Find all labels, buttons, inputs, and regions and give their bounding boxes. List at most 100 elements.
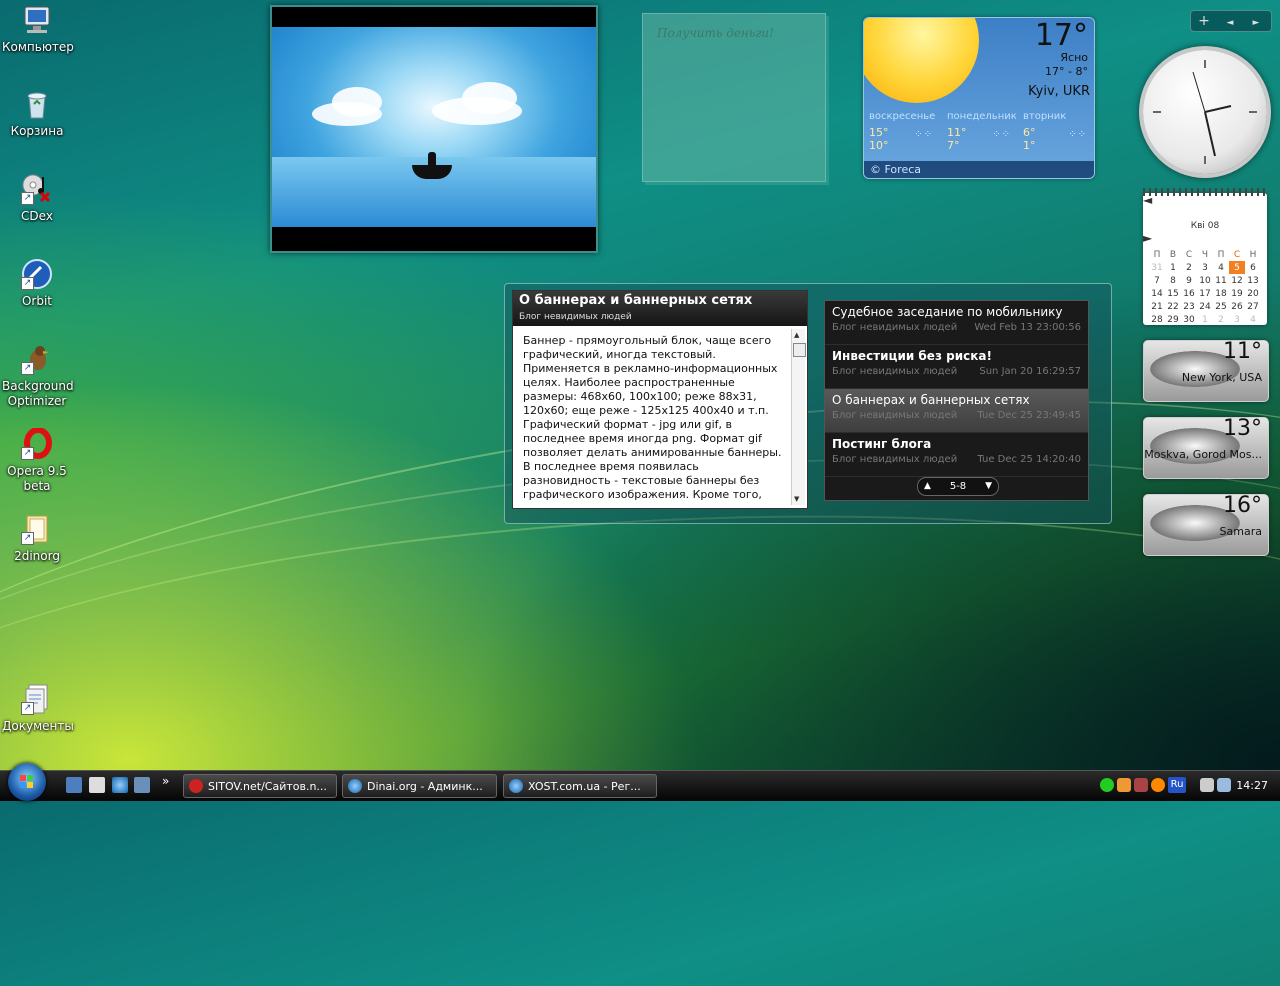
forecast-day: воскресенье 15° 10° ⁘⁘ [869, 111, 936, 152]
rain-icon: ⁘⁘ [1068, 129, 1087, 140]
article-source: Блог невидимых людей [519, 312, 632, 322]
quicklaunch-more-icon[interactable]: » [162, 774, 178, 790]
tray-app-icon[interactable] [1151, 778, 1165, 792]
mini-weather-gadget[interactable]: 13° Moskva, Gorod Mos... [1143, 417, 1269, 479]
desktop-icon-label: Orbit [21, 294, 53, 308]
feed-pager: ▲ 5-8 ▼ [917, 477, 999, 496]
calendar-month: Квi 08 [1190, 221, 1220, 231]
mini-weather-temp: 13° [1223, 417, 1262, 441]
mini-weather-city: Moskva, Gorod Mos... [1144, 448, 1262, 461]
article-flyout[interactable]: О баннерах и баннерных сетях Блог невиди… [512, 290, 808, 509]
start-button[interactable] [8, 763, 46, 801]
desktop-icon-computer[interactable]: Компьютер [2, 4, 74, 55]
current-temperature: 17° [1034, 18, 1088, 53]
computer-icon [21, 4, 53, 36]
page-up-icon[interactable]: ▲ [924, 478, 931, 495]
rss-feed-gadget[interactable]: О баннерах и баннерных сетях Блог невиди… [504, 283, 1112, 524]
desktop-icon-opera[interactable]: ↗ Opera 9.5 beta [2, 427, 72, 494]
desktop-icon-documents[interactable]: ↗ Документы [2, 683, 74, 734]
internet-explorer-icon [509, 779, 523, 793]
mini-weather-temp: 11° [1223, 340, 1262, 364]
weather-gadget[interactable]: 17° Ясно 17° - 8° Kyiv, UKR воскресенье … [863, 17, 1095, 179]
mini-weather-gadget[interactable]: 16° Samara [1143, 494, 1269, 556]
notes-gadget[interactable]: Получить деньги! [642, 13, 826, 182]
slideshow-image [272, 27, 596, 227]
tray-app-icon[interactable] [1134, 778, 1148, 792]
mini-weather-gadget[interactable]: 11° New York, USA [1143, 340, 1269, 402]
temperature-range: 17° - 8° [1045, 65, 1088, 78]
language-indicator[interactable]: Ru [1168, 777, 1186, 793]
add-gadget-button[interactable]: + [1191, 11, 1217, 31]
bird-icon: ↗ [21, 343, 53, 375]
shortcut-arrow-icon: ↗ [21, 192, 34, 205]
scroll-up-icon[interactable]: ▲ [794, 331, 799, 339]
shortcut-arrow-icon: ↗ [21, 532, 34, 545]
switch-windows-icon[interactable] [134, 777, 150, 793]
shortcut-arrow-icon: ↗ [21, 362, 34, 375]
calendar-today: 5 [1229, 261, 1245, 274]
desktop-icon-cdex[interactable]: ↗ CDex [2, 173, 72, 224]
weather-provider-link[interactable]: © Foreca [864, 161, 1094, 178]
windows-logo-icon [20, 775, 33, 788]
orbit-icon: ↗ [21, 258, 53, 290]
feed-item[interactable]: Судебное заседание по мобильнику Wed Feb… [825, 301, 1088, 345]
notepad-icon[interactable] [89, 777, 105, 793]
shortcut-arrow-icon: ↗ [21, 447, 34, 460]
desktop-icon-label: Background Optimizer [2, 379, 74, 408]
desktop-icon-2dinorg[interactable]: ↗ 2dinorg [2, 513, 72, 564]
taskbar-button[interactable]: Dinai.org - Админк... [342, 774, 497, 798]
feed-item[interactable]: Инвестиции без риска! Sun Jan 20 16:29:5… [825, 345, 1088, 389]
calendar-grid: ПВСЧПСН 31 1 2 3 4 5 6 7 8 9 10 11 12 13 14 15 16 17 18 1… [1151, 249, 1259, 325]
sidebar-controls: + ◄ ► [1190, 10, 1272, 32]
feed-item-selected[interactable]: О баннерах и баннерных сетях Tue Dec 25 … [825, 389, 1088, 433]
scroll-down-icon[interactable]: ▼ [794, 495, 799, 503]
volume-icon[interactable] [1217, 778, 1231, 792]
article-header: О баннерах и баннерных сетях Блог невиди… [513, 291, 807, 326]
show-desktop-icon[interactable] [66, 777, 82, 793]
taskbar: » SITOV.net/Сайтов.n... Dinai.org - Адми… [0, 763, 1280, 801]
taskbar-clock[interactable]: 14:27 [1236, 779, 1268, 792]
desktop-icon-label: 2dinorg [14, 549, 60, 563]
forecast-day: понедельник 11° 7° ⁘⁘ [947, 111, 1017, 152]
calendar-rings [1143, 188, 1267, 196]
slideshow-gadget[interactable] [270, 5, 598, 253]
network-icon[interactable] [1200, 778, 1214, 792]
clock-gadget[interactable] [1143, 50, 1267, 174]
shortcut-arrow-icon: ↗ [21, 277, 34, 290]
desktop-icon-recycle-bin[interactable]: Корзина [2, 88, 72, 139]
desktop-icon-orbit[interactable]: ↗ Orbit [2, 258, 72, 309]
forecast-day: вторник 6° 1° ⁘⁘ [1023, 111, 1087, 152]
clock-face-icon [1153, 60, 1257, 164]
opera-icon [189, 779, 203, 793]
network-status-icon[interactable] [1100, 778, 1114, 792]
desktop-icon-label: Документы [2, 719, 74, 733]
next-gadgets-button[interactable]: ► [1243, 13, 1269, 33]
prev-gadgets-button[interactable]: ◄ [1217, 13, 1243, 33]
calendar-next-button[interactable]: ► [1143, 231, 1152, 245]
feed-list: Судебное заседание по мобильнику Wed Feb… [824, 300, 1089, 501]
desktop-icon-label: Корзина [10, 124, 64, 138]
article-scrollbar[interactable]: ▲ ▼ [791, 329, 806, 505]
system-tray: Ru 14:27 [1096, 771, 1280, 801]
note-text[interactable]: Получить деньги! [643, 14, 825, 52]
desktop-icon-background-optimizer[interactable]: ↗ Background Optimizer [2, 343, 74, 409]
feed-item[interactable]: Постинг блога Tue Dec 25 14:20:40 Блог не… [825, 433, 1088, 477]
page-down-icon[interactable]: ▼ [985, 478, 992, 495]
scroll-thumb[interactable] [793, 343, 806, 357]
taskbar-button[interactable]: SITOV.net/Сайтов.n... [183, 774, 337, 798]
mini-weather-city: Samara [1219, 525, 1262, 538]
taskbar-button[interactable]: XOST.com.ua - Рег... [503, 774, 657, 798]
desktop-icon-label: Opera 9.5 beta [7, 464, 67, 493]
mini-weather-temp: 16° [1223, 494, 1262, 518]
shortcut-arrow-icon: ↗ [21, 702, 34, 715]
calendar-gadget[interactable]: ◄ Квi 08 ► ПВСЧПСН 31 1 2 3 4 5 6 7 8 9 10 11 12 13 … [1143, 188, 1267, 325]
opera-icon: ↗ [21, 427, 53, 460]
weather-condition: Ясно [1060, 51, 1088, 64]
article-title[interactable]: О баннерах и баннерных сетях [519, 293, 801, 308]
recycle-bin-icon [21, 88, 53, 120]
mini-weather-city: New York, USA [1181, 371, 1262, 384]
article-body: Баннер - прямоугольный блок, чаще всего … [523, 334, 782, 501]
internet-explorer-icon[interactable] [112, 777, 128, 793]
page-indicator: 5-8 [949, 481, 967, 492]
tray-app-icon[interactable] [1117, 778, 1131, 792]
